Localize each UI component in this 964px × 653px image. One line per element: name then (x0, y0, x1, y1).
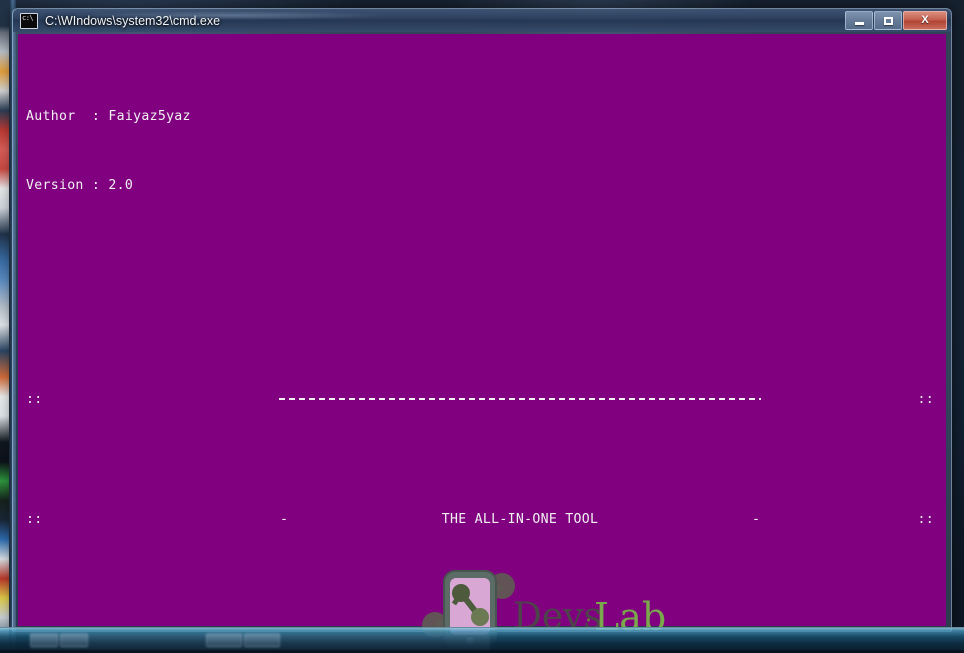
cmd-console-icon (20, 12, 38, 29)
taskbar-item[interactable] (60, 633, 88, 647)
desktop-background: C:\WIndows\system32\cmd.exe X Author : F… (0, 0, 964, 650)
banner-left-marker: :: (26, 512, 43, 527)
taskbar-item[interactable] (206, 633, 242, 647)
minimize-button[interactable] (845, 11, 873, 30)
taskbar-items-group[interactable] (30, 633, 490, 650)
cmd-window[interactable]: C:\WIndows\system32\cmd.exe X Author : F… (12, 8, 952, 648)
window-titlebar[interactable]: C:\WIndows\system32\cmd.exe X (13, 9, 951, 32)
banner-right-marker: :: (917, 512, 934, 527)
console-line-author: Author : Faiyaz5yaz (26, 109, 191, 124)
maximize-icon (883, 16, 893, 25)
console-line-version: Version : 2.0 (26, 178, 134, 193)
banner-top-dashes (279, 398, 761, 400)
taskbar-item[interactable] (244, 633, 280, 647)
banner-row-title: :: - THE ALL-IN-ONE TOOL - :: (18, 508, 946, 532)
banner-inner-dash-right: - (752, 512, 761, 527)
window-controls[interactable]: X (845, 11, 947, 30)
windows-taskbar[interactable] (0, 627, 964, 650)
maximize-button[interactable] (874, 11, 902, 30)
close-icon: X (921, 14, 929, 26)
window-title: C:\WIndows\system32\cmd.exe (45, 13, 221, 28)
minimize-icon (854, 21, 864, 25)
banner-left-marker: :: (26, 392, 43, 407)
banner-right-marker: :: (917, 392, 934, 407)
banner-row-top-rule: :: :: (18, 388, 946, 412)
banner-title: THE ALL-IN-ONE TOOL (441, 512, 599, 527)
taskbar-item[interactable] (30, 633, 58, 647)
console-output-area[interactable]: Author : Faiyaz5yaz Version : 2.0 :: :: … (18, 34, 946, 626)
close-button[interactable]: X (903, 11, 947, 30)
